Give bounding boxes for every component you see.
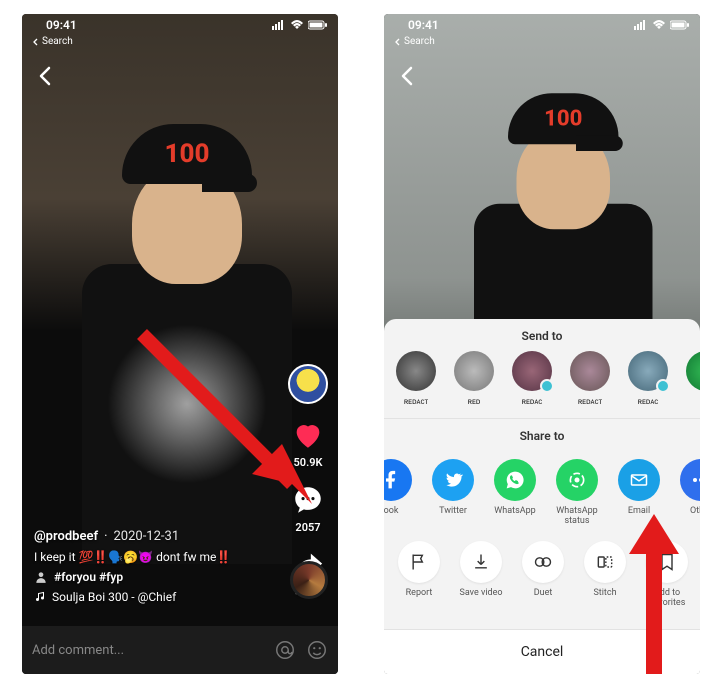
author-row[interactable]: @prodbeef · 2020-12-31 bbox=[34, 529, 258, 544]
profile-avatar[interactable] bbox=[288, 364, 328, 404]
music-disc[interactable] bbox=[290, 561, 328, 599]
send-item[interactable] bbox=[684, 351, 700, 406]
battery-icon bbox=[308, 20, 328, 30]
twitter-icon bbox=[432, 459, 474, 501]
comment-input[interactable]: Add comment... bbox=[32, 643, 264, 658]
share-to-title: Share to bbox=[384, 419, 700, 451]
emoji-icon[interactable] bbox=[306, 639, 328, 661]
music-note-icon bbox=[34, 591, 46, 603]
person-torso bbox=[82, 264, 292, 564]
status-time: 09:41 bbox=[408, 18, 439, 32]
status-time: 09:41 bbox=[46, 18, 77, 32]
share-facebook[interactable]: ook bbox=[384, 459, 416, 527]
music-row[interactable]: Soulja Boi 300 - @Chief bbox=[34, 590, 258, 604]
cancel-button[interactable]: Cancel bbox=[384, 629, 700, 674]
username: @prodbeef bbox=[34, 529, 98, 544]
avatar-icon bbox=[288, 364, 328, 404]
hashtags: #foryou #fyp bbox=[54, 570, 123, 584]
status-bar: 09:41 bbox=[22, 14, 338, 36]
back-to-search[interactable]: Search bbox=[22, 36, 338, 47]
cap-text: 100 bbox=[165, 139, 210, 169]
facebook-icon bbox=[384, 459, 412, 501]
wifi-icon bbox=[290, 20, 304, 30]
like-button[interactable]: 50.9K bbox=[291, 418, 325, 469]
mention-icon[interactable] bbox=[274, 639, 296, 661]
cellular-icon bbox=[634, 20, 648, 30]
wifi-icon bbox=[652, 20, 666, 30]
comment-icon bbox=[291, 483, 325, 517]
send-to-title: Send to bbox=[384, 319, 700, 351]
send-item[interactable]: ʀᴇᴅᴀᴄ bbox=[626, 351, 670, 406]
cap-text: 100 bbox=[544, 106, 582, 132]
back-search-label: Search bbox=[404, 36, 435, 47]
send-to-row: ʀᴇᴅᴀᴄᴛ ʀᴇᴅ ʀᴇᴅᴀᴄ ʀᴇᴅᴀᴄᴛ ʀᴇᴅᴀᴄ bbox=[384, 351, 700, 418]
phone-video-view: 100 09:41 Search 50.9K 2057 4310 bbox=[22, 14, 338, 674]
action-stitch[interactable]: Stitch bbox=[580, 541, 630, 609]
comment-bar: Add comment... bbox=[22, 626, 338, 674]
like-count: 50.9K bbox=[294, 456, 323, 469]
send-item[interactable]: ʀᴇᴅᴀᴄ bbox=[510, 351, 554, 406]
back-to-search[interactable]: Search bbox=[384, 36, 700, 47]
status-icons bbox=[634, 20, 690, 30]
battery-icon bbox=[670, 20, 690, 30]
heart-icon bbox=[291, 418, 325, 452]
music-title: Soulja Boi 300 - @Chief bbox=[52, 590, 176, 604]
share-email[interactable]: Email bbox=[614, 459, 664, 527]
send-item[interactable]: ʀᴇᴅ bbox=[452, 351, 496, 406]
share-whatsapp-status[interactable]: WhatsApp status bbox=[552, 459, 602, 527]
person-pin-icon bbox=[34, 570, 48, 584]
send-item[interactable]: ʀᴇᴅᴀᴄᴛ bbox=[568, 351, 612, 406]
bookmark-icon bbox=[646, 541, 688, 583]
back-chevron-icon bbox=[38, 66, 52, 86]
stitch-icon bbox=[584, 541, 626, 583]
action-row: Report Save video Duet Stitch Add to Fav… bbox=[384, 533, 700, 613]
share-other[interactable]: Other bbox=[676, 459, 700, 527]
comment-count: 2057 bbox=[295, 521, 320, 534]
duet-icon bbox=[522, 541, 564, 583]
back-button[interactable] bbox=[38, 66, 52, 90]
share-to-row: ook Twitter WhatsApp WhatsApp status Ema… bbox=[384, 451, 700, 533]
action-report[interactable]: Report bbox=[394, 541, 444, 609]
report-icon bbox=[398, 541, 440, 583]
back-button[interactable] bbox=[400, 66, 414, 90]
action-favorites[interactable]: Add to Favorites bbox=[642, 541, 692, 609]
back-chevron-small-icon bbox=[394, 38, 402, 46]
phone-share-sheet-view: 100 09:41 Search Send to ʀᴇᴅᴀᴄᴛ ʀᴇᴅ ʀᴇᴅᴀ… bbox=[384, 14, 700, 674]
send-item[interactable]: ʀᴇᴅᴀᴄᴛ bbox=[394, 351, 438, 406]
caption: I keep it 💯‼️🗣️🥱😈 dont fw me‼️ bbox=[34, 550, 258, 564]
whatsapp-icon bbox=[494, 459, 536, 501]
shirt-graphic bbox=[107, 324, 267, 484]
back-chevron-small-icon bbox=[32, 38, 40, 46]
back-search-label: Search bbox=[42, 36, 73, 47]
hashtag-row[interactable]: #foryou #fyp bbox=[34, 570, 258, 584]
action-save[interactable]: Save video bbox=[456, 541, 506, 609]
status-icons bbox=[272, 20, 328, 30]
cellular-icon bbox=[272, 20, 286, 30]
whatsapp-status-icon bbox=[556, 459, 598, 501]
share-sheet: Send to ʀᴇᴅᴀᴄᴛ ʀᴇᴅ ʀᴇᴅᴀᴄ ʀᴇᴅᴀᴄᴛ ʀᴇᴅᴀᴄ Sh… bbox=[384, 319, 700, 674]
status-bar: 09:41 bbox=[384, 14, 700, 36]
back-chevron-icon bbox=[400, 66, 414, 86]
email-icon bbox=[618, 459, 660, 501]
comment-button[interactable]: 2057 bbox=[291, 483, 325, 534]
more-icon bbox=[680, 459, 700, 501]
video-meta: @prodbeef · 2020-12-31 I keep it 💯‼️🗣️🥱😈… bbox=[34, 529, 258, 604]
save-icon bbox=[460, 541, 502, 583]
share-whatsapp[interactable]: WhatsApp bbox=[490, 459, 540, 527]
action-duet[interactable]: Duet bbox=[518, 541, 568, 609]
post-date: 2020-12-31 bbox=[113, 529, 179, 544]
share-twitter[interactable]: Twitter bbox=[428, 459, 478, 527]
